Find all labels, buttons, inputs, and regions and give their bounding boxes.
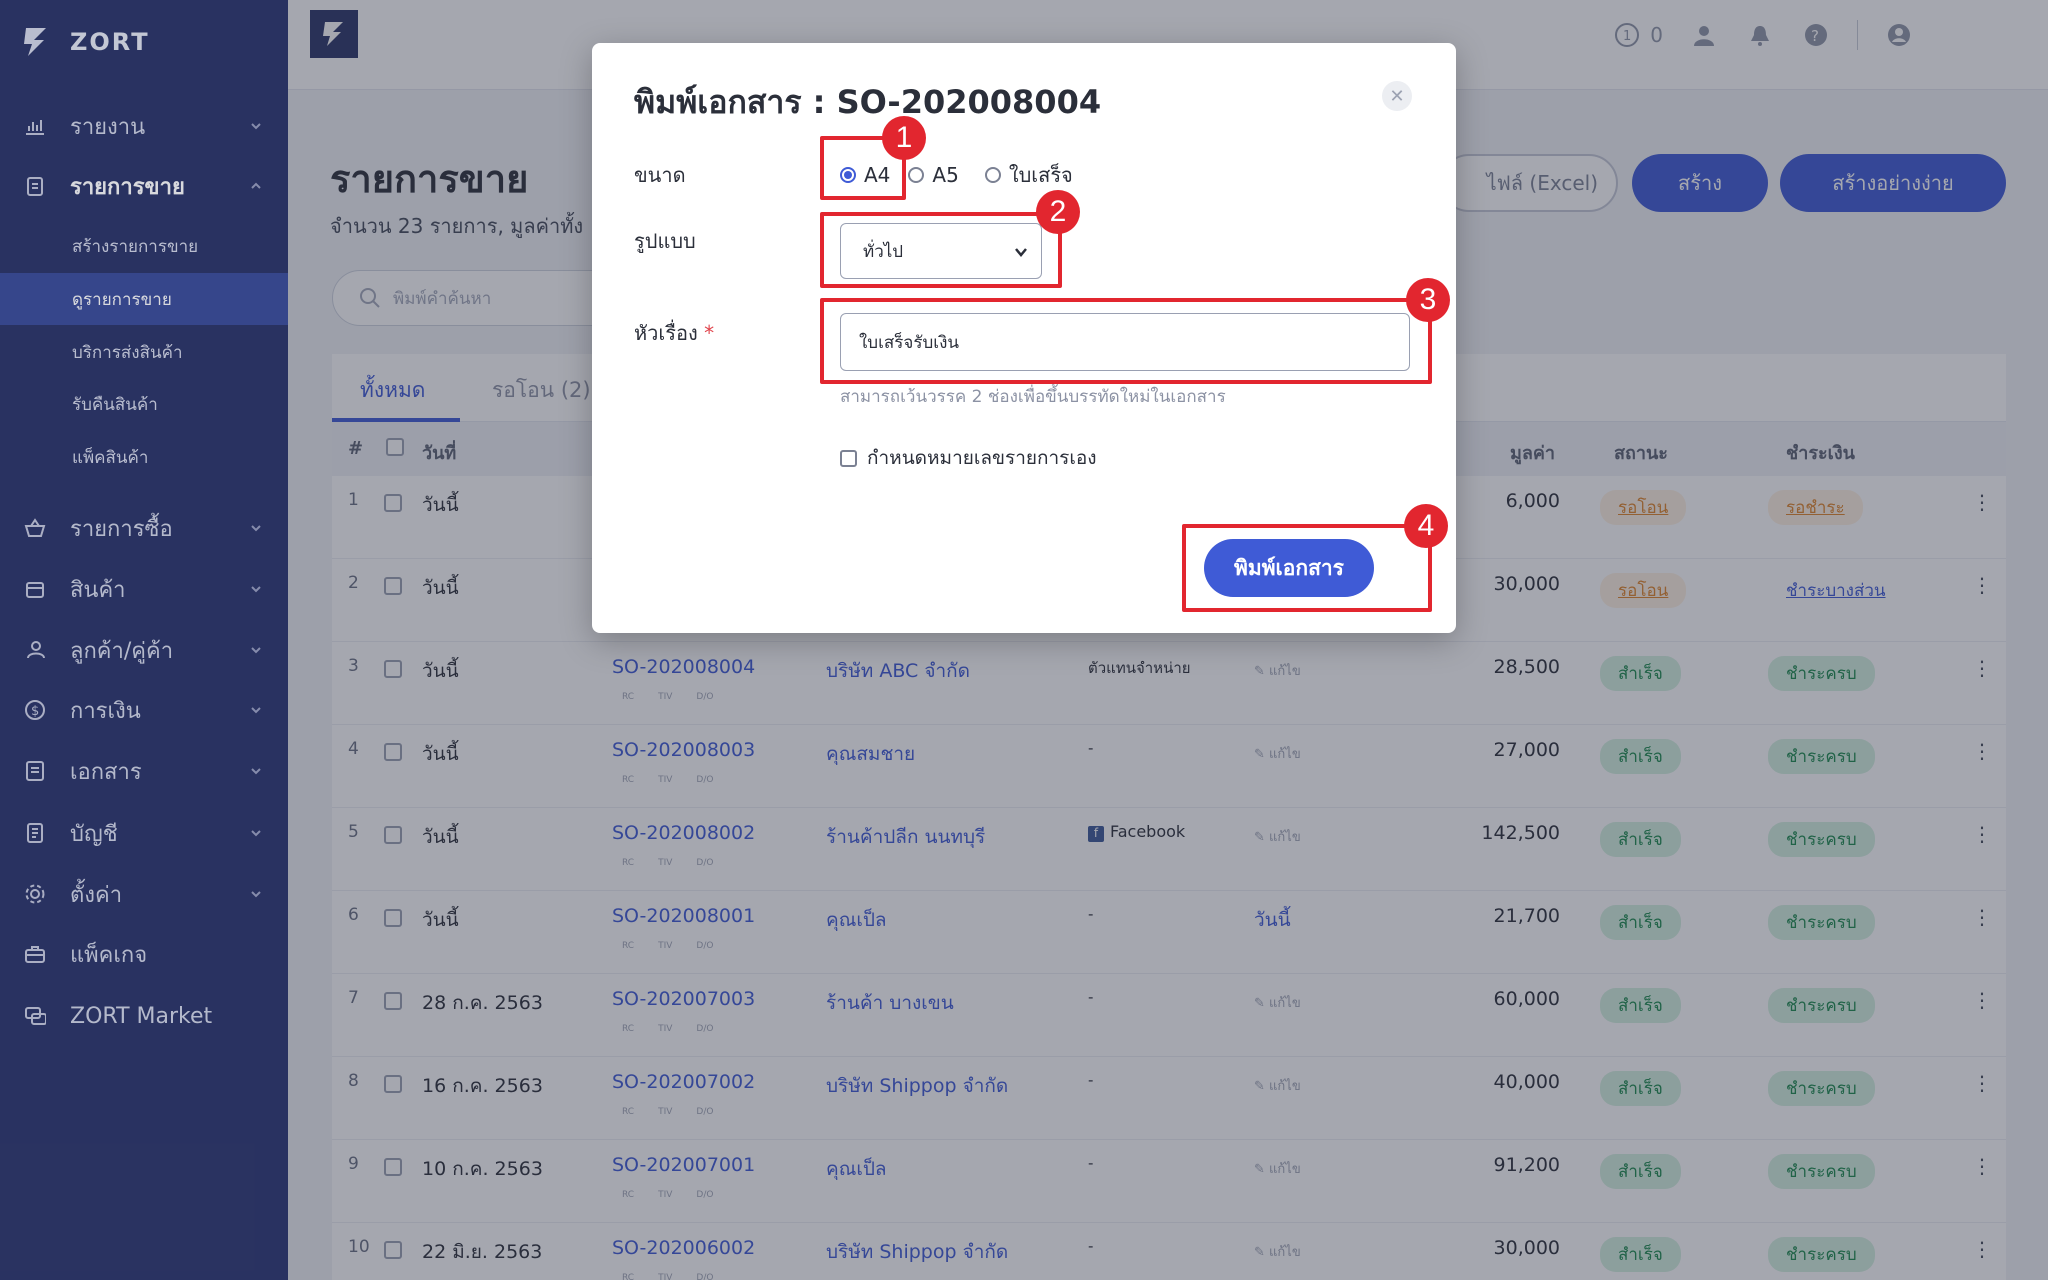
callout-box-title bbox=[820, 298, 1432, 384]
callout-badge: 4 bbox=[1404, 504, 1448, 548]
checkbox[interactable] bbox=[840, 449, 857, 467]
radio-label: A5 bbox=[932, 163, 959, 187]
checkbox-label: กำหนดหมายเลขรายการเอง bbox=[867, 447, 1097, 469]
close-icon[interactable]: ✕ bbox=[1382, 81, 1412, 111]
radio-label: ใบเสร็จ bbox=[1008, 163, 1073, 187]
sidebar-backdrop bbox=[0, 0, 288, 1280]
doc-title-label-text: หัวเรื่อง bbox=[634, 321, 698, 345]
modal-title: พิมพ์เอกสาร : SO-202008004 bbox=[634, 83, 1102, 121]
radio-unselected bbox=[908, 167, 925, 183]
callout-badge: 2 bbox=[1036, 190, 1080, 234]
callout-badge: 3 bbox=[1406, 278, 1450, 322]
format-label: รูปแบบ bbox=[634, 229, 696, 253]
custom-number-checkbox[interactable]: กำหนดหมายเลขรายการเอง bbox=[840, 443, 1097, 473]
radio-unselected bbox=[984, 167, 1001, 183]
size-option-receipt[interactable]: ใบเสร็จ bbox=[984, 159, 1073, 191]
size-label: ขนาด bbox=[634, 163, 686, 187]
callout-badge: 1 bbox=[882, 116, 926, 160]
doc-title-hint: สามารถเว้นวรรค 2 ช่องเพื่อขึ้นบรรทัดใหม่… bbox=[840, 387, 1226, 407]
callout-box-format bbox=[820, 212, 1062, 288]
doc-title-label: หัวเรื่อง * bbox=[634, 317, 714, 349]
callout-box-print bbox=[1182, 524, 1432, 612]
required-mark: * bbox=[704, 321, 715, 345]
size-option-a5[interactable]: A5 bbox=[908, 163, 959, 187]
